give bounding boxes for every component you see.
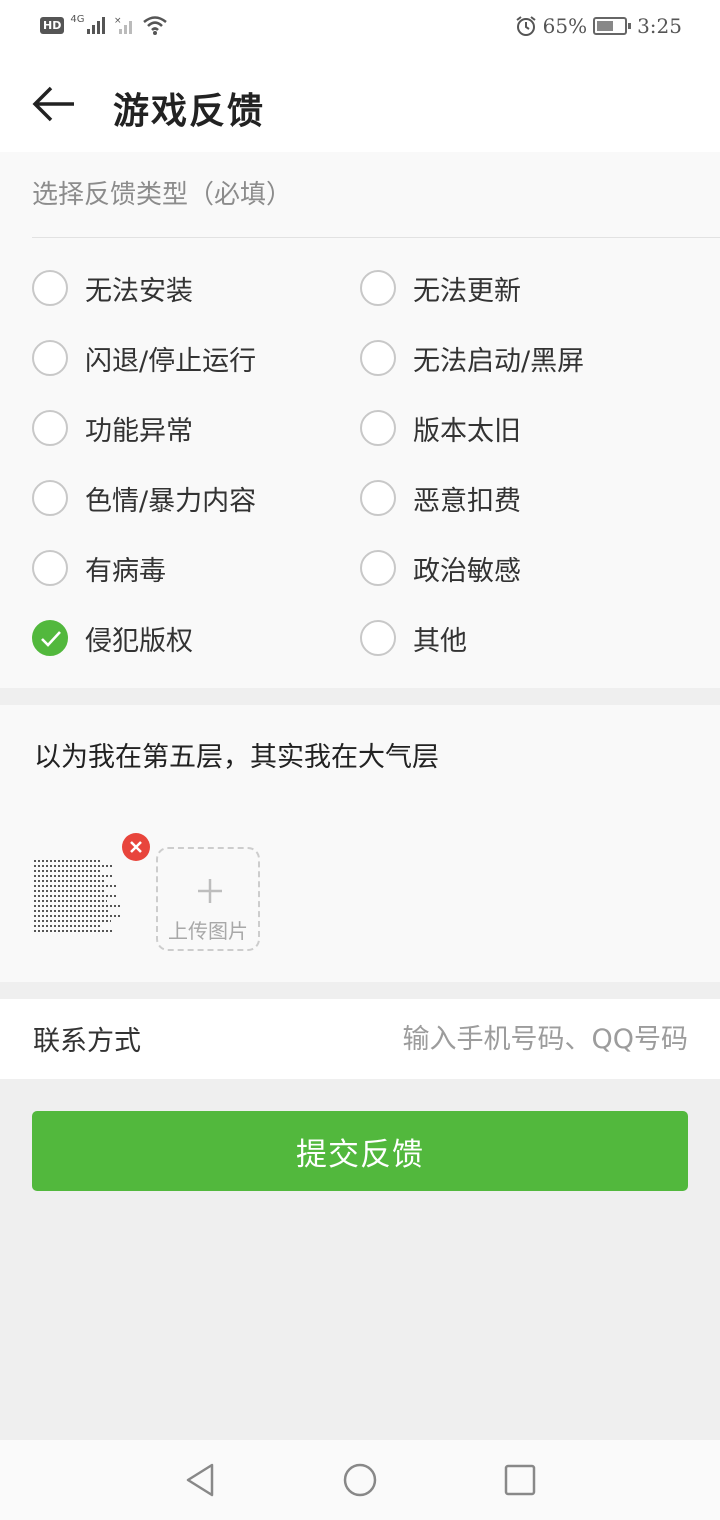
clock: 3:25 [637, 14, 682, 38]
feedback-type-option-label: 闪退/停止运行 [85, 345, 257, 377]
feedback-type-option-label: 恶意扣费 [413, 485, 521, 517]
feedback-type-option[interactable]: 有病毒 [32, 543, 166, 593]
thumbnail-text-line [34, 915, 122, 917]
feedback-type-option-label: 侵犯版权 [85, 625, 193, 657]
upload-image-button[interactable]: 上传图片 [156, 847, 260, 951]
contact-section: 联系方式 [0, 999, 720, 1079]
radio-unchecked-icon[interactable] [360, 340, 396, 376]
radio-unchecked-icon[interactable] [32, 480, 68, 516]
check-icon [41, 631, 61, 647]
thumbnail-text-line [34, 890, 106, 892]
feedback-type-option-label: 无法启动/黑屏 [413, 345, 585, 377]
thumbnail-text-line [34, 900, 108, 902]
signal-off-icon: × [114, 16, 133, 34]
feedback-type-option[interactable]: 无法启动/黑屏 [360, 333, 584, 383]
thumbnail-text-line [34, 880, 104, 882]
page-title: 游戏反馈 [113, 90, 266, 132]
back-button[interactable] [30, 78, 82, 130]
feedback-type-option-label: 其他 [413, 625, 467, 657]
nav-recents-button[interactable] [500, 1460, 540, 1500]
feedback-type-option[interactable]: 版本太旧 [360, 403, 521, 453]
radio-unchecked-icon[interactable] [360, 270, 396, 306]
feedback-type-option-label: 功能异常 [85, 415, 193, 447]
contact-label: 联系方式 [33, 1026, 141, 1057]
circle-home-icon [343, 1463, 377, 1497]
radio-checked-icon[interactable] [32, 620, 68, 656]
thumbnail-text-line [34, 905, 120, 907]
battery-percent: 65% [542, 14, 588, 38]
radio-unchecked-icon[interactable] [32, 270, 68, 306]
square-recents-icon [504, 1464, 536, 1496]
signal-icon [87, 17, 106, 34]
nav-back-button[interactable] [180, 1460, 220, 1500]
feedback-type-option-label: 有病毒 [85, 555, 166, 587]
plus-icon [198, 879, 222, 903]
uploaded-image-thumbnail[interactable] [34, 860, 128, 940]
feedback-type-option-label: 版本太旧 [413, 415, 521, 447]
feedback-type-option-label: 无法更新 [413, 275, 521, 307]
triangle-back-icon [186, 1463, 214, 1497]
thumbnail-text-line [34, 920, 112, 922]
battery-icon [593, 17, 632, 35]
status-right: 65% 3:25 [515, 14, 682, 38]
thumbnail-text-line [34, 925, 101, 927]
radio-unchecked-icon[interactable] [360, 480, 396, 516]
svg-text:×: × [114, 16, 122, 26]
feedback-text[interactable]: 以为我在第五层，其实我在大气层 [34, 735, 439, 774]
hd-badge: HD [40, 16, 65, 34]
thumbnail-text-line [34, 870, 102, 872]
feedback-type-section: 选择反馈类型（必填） 无法安装 无法更新闪退/停止运行 无法启动/黑屏功能异常 版本太… [0, 152, 720, 688]
feedback-type-option[interactable]: 侵犯版权 [32, 613, 193, 663]
feedback-type-option-label: 政治敏感 [413, 555, 521, 587]
system-nav-bar [0, 1440, 720, 1520]
feedback-type-option[interactable]: 无法更新 [360, 263, 521, 313]
divider [32, 237, 720, 238]
remove-image-button[interactable] [122, 833, 150, 861]
feedback-content-section: 以为我在第五层，其实我在大气层 上传图片 [0, 705, 720, 982]
thumbnail-text-line [34, 930, 113, 932]
feedback-type-option[interactable]: 闪退/停止运行 [32, 333, 256, 383]
network-type: 4G [70, 14, 85, 25]
feedback-type-label: 选择反馈类型（必填） [32, 180, 293, 210]
radio-unchecked-icon[interactable] [360, 410, 396, 446]
thumbnail-text-line [34, 885, 116, 887]
status-left: HD 4G × [40, 14, 168, 36]
thumbnail-text-line [34, 895, 118, 897]
feedback-type-option[interactable]: 政治敏感 [360, 543, 521, 593]
feedback-type-option[interactable]: 其他 [360, 613, 467, 663]
radio-unchecked-icon[interactable] [32, 340, 68, 376]
radio-unchecked-icon[interactable] [32, 410, 68, 446]
app-bar: 游戏反馈 [0, 56, 720, 152]
radio-unchecked-icon[interactable] [360, 620, 396, 656]
thumbnail-text-line [34, 875, 114, 877]
wifi-icon [143, 16, 168, 35]
thumbnail-text-line [34, 910, 110, 912]
feedback-type-option[interactable]: 恶意扣费 [360, 473, 521, 523]
contact-input[interactable] [308, 1011, 688, 1067]
thumbnail-text-line [34, 860, 100, 862]
submit-feedback-button[interactable]: 提交反馈 [32, 1111, 688, 1191]
feedback-type-option[interactable]: 无法安装 [32, 263, 193, 313]
feedback-type-option-label: 无法安装 [85, 275, 193, 307]
radio-unchecked-icon[interactable] [32, 550, 68, 586]
feedback-type-option-label: 色情/暴力内容 [85, 485, 257, 517]
battery-fill [597, 21, 613, 31]
radio-unchecked-icon[interactable] [360, 550, 396, 586]
upload-image-label: 上传图片 [168, 919, 248, 943]
status-bar: HD 4G × 65% 3:25 [0, 0, 720, 56]
close-icon [130, 841, 142, 853]
feedback-type-option[interactable]: 功能异常 [32, 403, 193, 453]
alarm-icon [516, 16, 536, 36]
nav-home-button[interactable] [340, 1460, 380, 1500]
thumbnail-text-line [34, 865, 113, 867]
feedback-type-option[interactable]: 色情/暴力内容 [32, 473, 256, 523]
arrow-left-icon [32, 86, 74, 122]
